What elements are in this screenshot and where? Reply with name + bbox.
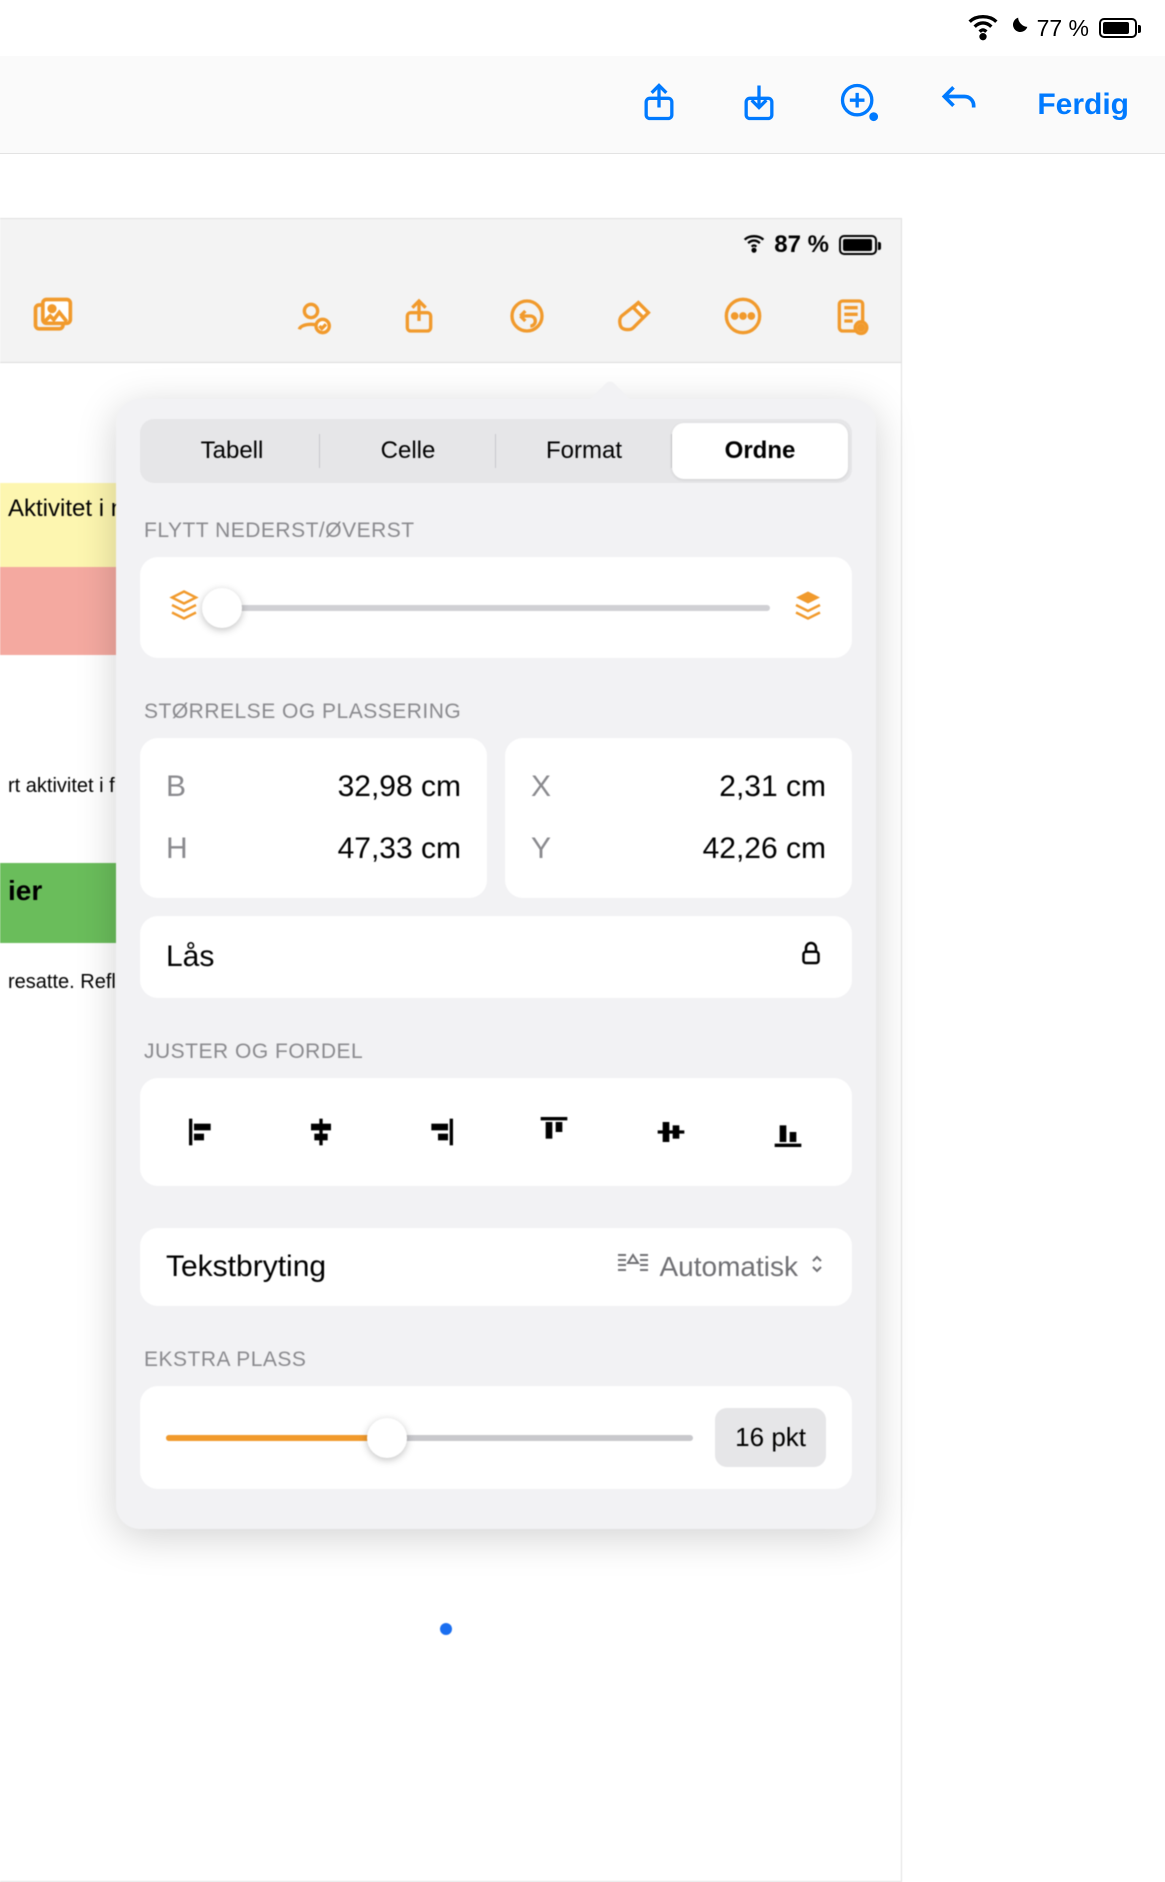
section-move-label: FLYTT NEDERST/ØVERST bbox=[144, 519, 848, 543]
layer-order-card bbox=[140, 557, 852, 658]
wrap-label: Tekstbryting bbox=[166, 1250, 326, 1284]
bring-front-icon[interactable] bbox=[790, 587, 826, 628]
inner-toolbar bbox=[0, 275, 901, 363]
inner-status-bar: 87 % bbox=[0, 219, 901, 271]
size-position-grid: B 32,98 cm H 47,33 cm X 2,31 cm Y 42,26 … bbox=[140, 738, 852, 898]
moon-icon bbox=[1009, 14, 1031, 42]
inner-screenshot: 87 % bbox=[0, 218, 902, 1882]
extra-space-slider[interactable] bbox=[166, 1435, 693, 1441]
tab-format[interactable]: Format bbox=[496, 423, 672, 479]
lock-icon bbox=[796, 938, 826, 976]
undo-icon[interactable] bbox=[937, 80, 981, 129]
extra-space-value[interactable]: 16 pkt bbox=[715, 1408, 826, 1467]
section-size-label: STØRRELSE OG PLASSERING bbox=[144, 700, 848, 724]
extra-space-card: 16 pkt bbox=[140, 1386, 852, 1489]
y-key: Y bbox=[531, 832, 551, 866]
wrap-value: Automatisk bbox=[660, 1251, 799, 1283]
wrap-mode-icon bbox=[616, 1251, 650, 1284]
width-key: B bbox=[166, 770, 186, 804]
battery-icon bbox=[835, 235, 877, 255]
x-key: X bbox=[531, 770, 551, 804]
brush-icon[interactable] bbox=[615, 296, 655, 341]
tab-ordne[interactable]: Ordne bbox=[672, 423, 848, 479]
send-back-icon[interactable] bbox=[166, 587, 202, 628]
lock-label: Lås bbox=[166, 940, 214, 974]
tab-tabell[interactable]: Tabell bbox=[144, 423, 320, 479]
bg-cell-text1: rt aktivitet i fri bbox=[0, 763, 116, 823]
bg-cell-red bbox=[0, 567, 116, 655]
align-center-h-icon[interactable] bbox=[289, 1104, 353, 1160]
align-bottom-icon[interactable] bbox=[756, 1104, 820, 1160]
share-icon[interactable] bbox=[399, 296, 439, 341]
align-right-icon[interactable] bbox=[406, 1104, 470, 1160]
undo-icon[interactable] bbox=[507, 296, 547, 341]
width-row[interactable]: B 32,98 cm bbox=[166, 756, 461, 818]
align-top-icon[interactable] bbox=[522, 1104, 586, 1160]
align-left-icon[interactable] bbox=[172, 1104, 236, 1160]
y-row[interactable]: Y 42,26 cm bbox=[531, 818, 826, 880]
document-icon[interactable] bbox=[831, 296, 871, 341]
chevron-updown-icon bbox=[808, 1251, 826, 1283]
selection-handle[interactable] bbox=[440, 1623, 452, 1635]
zoom-in-icon[interactable] bbox=[837, 80, 881, 129]
outer-status-bar: 77 % bbox=[0, 0, 1165, 56]
battery-icon bbox=[1095, 18, 1137, 38]
height-value: 47,33 cm bbox=[338, 832, 461, 866]
y-value: 42,26 cm bbox=[703, 832, 826, 866]
bg-cell-yellow: Aktivitet i na bbox=[0, 483, 116, 567]
bg-cell-green: ier bbox=[0, 863, 116, 943]
lock-card[interactable]: Lås bbox=[140, 916, 852, 998]
inner-battery-pct: 87 % bbox=[774, 231, 829, 259]
height-key: H bbox=[166, 832, 188, 866]
format-tabs: Tabell Celle Format Ordne bbox=[140, 419, 852, 483]
section-extra-label: EKSTRA PLASS bbox=[144, 1348, 848, 1372]
format-popover: Tabell Celle Format Ordne FLYTT NEDERST/… bbox=[116, 399, 876, 1529]
width-value: 32,98 cm bbox=[338, 770, 461, 804]
outer-toolbar: Ferdig bbox=[0, 56, 1165, 154]
collaborate-icon[interactable] bbox=[291, 296, 331, 341]
layer-order-slider[interactable] bbox=[222, 605, 770, 611]
wifi-icon bbox=[963, 5, 1003, 51]
align-card bbox=[140, 1078, 852, 1186]
section-align-label: JUSTER OG FORDEL bbox=[144, 1040, 848, 1064]
wifi-icon bbox=[740, 228, 768, 263]
align-center-v-icon[interactable] bbox=[639, 1104, 703, 1160]
text-wrap-card[interactable]: Tekstbryting Automatisk bbox=[140, 1228, 852, 1306]
download-icon[interactable] bbox=[737, 80, 781, 129]
bg-cell-text2: resatte. Refle bbox=[0, 959, 116, 1013]
gallery-icon[interactable] bbox=[30, 294, 74, 343]
more-icon[interactable] bbox=[723, 296, 763, 341]
height-row[interactable]: H 47,33 cm bbox=[166, 818, 461, 880]
x-row[interactable]: X 2,31 cm bbox=[531, 756, 826, 818]
share-icon[interactable] bbox=[637, 80, 681, 129]
outer-battery-pct: 77 % bbox=[1037, 15, 1089, 42]
tab-celle[interactable]: Celle bbox=[320, 423, 496, 479]
x-value: 2,31 cm bbox=[719, 770, 826, 804]
done-button[interactable]: Ferdig bbox=[1037, 88, 1129, 122]
